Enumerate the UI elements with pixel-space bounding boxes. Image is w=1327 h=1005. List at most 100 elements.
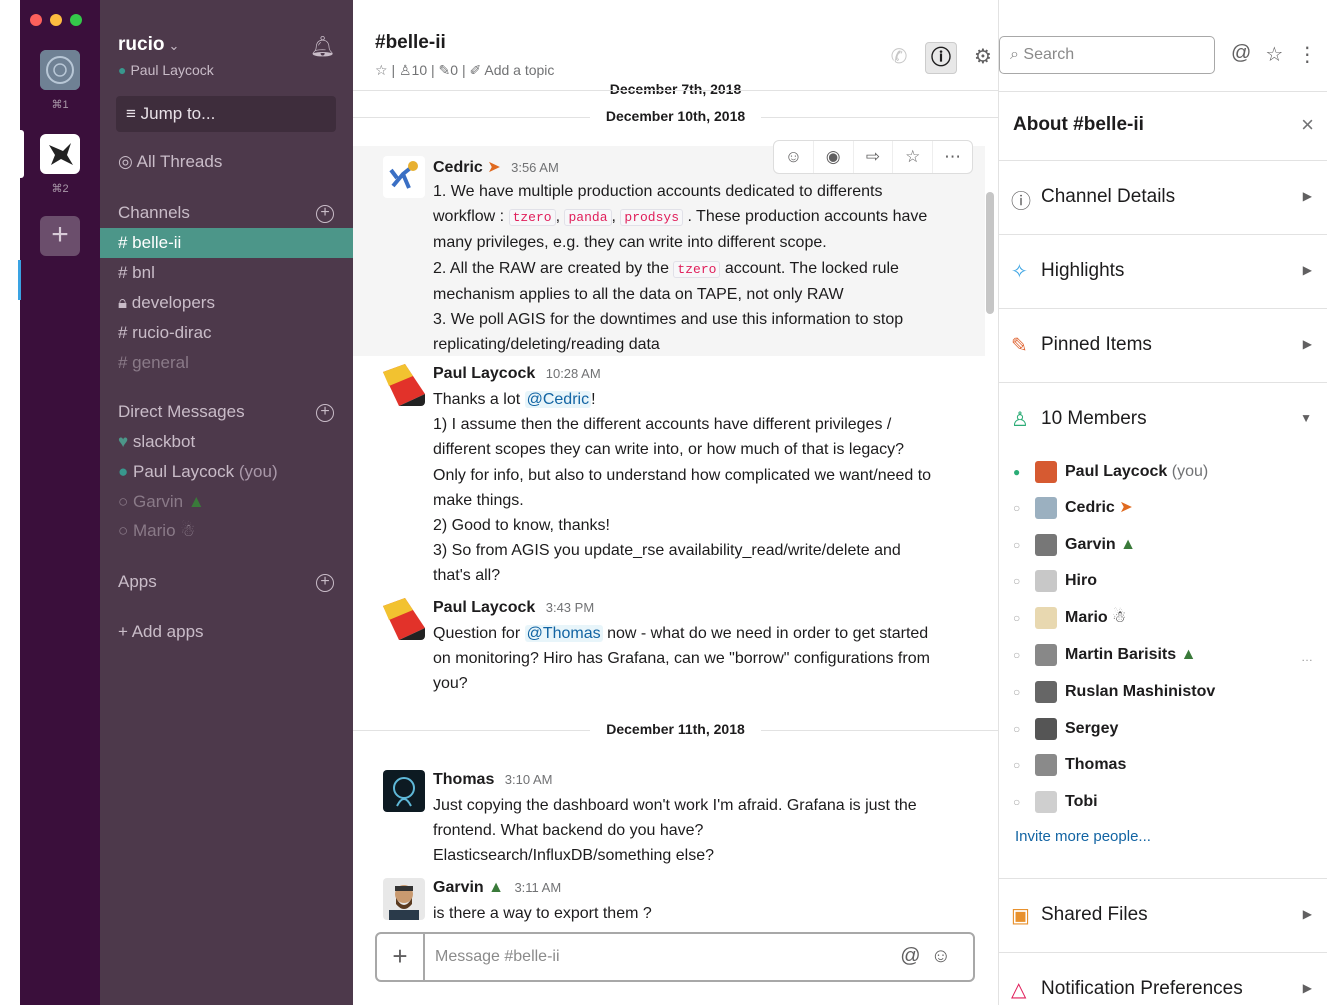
members-count[interactable]: 10 xyxy=(412,62,428,78)
message-author[interactable]: Paul Laycock 10:28 AM xyxy=(433,365,601,383)
pin-icon: ✎ xyxy=(1011,335,1028,357)
message[interactable]: Thomas 3:10 AM Just copying the dashboar… xyxy=(353,766,985,876)
chevron-down-icon[interactable]: ▼ xyxy=(1300,411,1312,425)
emoji-icon[interactable]: ☺ xyxy=(931,945,961,967)
message-author[interactable]: Thomas 3:10 AM xyxy=(433,771,553,789)
workspace-name-button[interactable]: rucio ⌄ xyxy=(118,34,179,56)
section-channel-details[interactable]: ⓘ Channel Details ▶ xyxy=(999,161,1327,235)
message[interactable]: Garvin ▲ 3:11 AM is there a way to expor… xyxy=(353,874,985,928)
avatar[interactable] xyxy=(383,156,425,198)
timestamp[interactable]: 3:56 AM xyxy=(511,160,559,175)
sidebar-item-slackbot[interactable]: ♥ slackbot xyxy=(100,427,353,457)
add-channel-button[interactable]: + xyxy=(316,205,334,223)
avatar[interactable] xyxy=(383,364,425,406)
add-app-button[interactable]: + xyxy=(316,574,334,592)
avatar[interactable] xyxy=(383,878,425,920)
avatar[interactable] xyxy=(383,598,425,640)
member-item[interactable]: ○ Ruslan Mashinistov xyxy=(1013,681,1215,711)
minimize-window-button[interactable] xyxy=(50,14,62,26)
status-away-icon: ○ xyxy=(1013,501,1021,516)
member-item[interactable]: ● Paul Laycock (you) xyxy=(1013,461,1208,491)
member-item[interactable]: ○ Mario ☃ xyxy=(1013,607,1126,637)
avatar[interactable] xyxy=(383,770,425,812)
sidebar-item-paul-laycock[interactable]: ● Paul Laycock (you) xyxy=(100,457,353,487)
bell-icon[interactable]: 🔔︎ xyxy=(310,34,335,59)
message-line: Question for @Thomas now - what do we ne… xyxy=(433,621,978,646)
member-item[interactable]: ○ Martin Barisits ▲ xyxy=(1013,644,1196,674)
member-item[interactable]: ○ Sergey xyxy=(1013,718,1118,748)
mentions-icon[interactable]: @ xyxy=(1231,42,1251,67)
start-thread-icon[interactable]: ◉ xyxy=(814,141,854,173)
add-workspace-button[interactable]: + xyxy=(40,216,80,256)
user-mention[interactable]: @Cedric xyxy=(524,391,592,408)
channel-title[interactable]: #belle-ii xyxy=(375,32,446,54)
sidebar-item-rucio-dirac[interactable]: # rucio-dirac xyxy=(100,318,353,348)
message-composer[interactable]: + Message #belle-ii @☺ xyxy=(375,932,975,982)
search-input[interactable]: ⌕ Search xyxy=(999,36,1215,74)
all-threads-button[interactable]: ◎ All Threads xyxy=(118,152,222,172)
direct-messages-header[interactable]: Direct Messages xyxy=(118,402,245,422)
sidebar-item-general[interactable]: # general xyxy=(100,348,353,378)
message-input[interactable]: Message #belle-ii xyxy=(435,948,560,966)
info-icon[interactable]: ⓘ xyxy=(925,42,957,74)
message[interactable]: Paul Laycock 3:43 PM Question for @Thoma… xyxy=(353,594,985,704)
add-apps-link[interactable]: + Add apps xyxy=(118,622,204,642)
timestamp[interactable]: 3:43 PM xyxy=(546,600,594,615)
timestamp[interactable]: 10:28 AM xyxy=(546,366,601,381)
member-item[interactable]: ○ Hiro xyxy=(1013,570,1097,600)
close-icon[interactable]: × xyxy=(1301,112,1314,138)
star-icon[interactable]: ☆ xyxy=(893,141,934,173)
star-icon[interactable]: ☆ xyxy=(375,62,388,78)
section-notification-preferences[interactable]: △ Notification Preferences ▶ xyxy=(999,953,1327,1005)
invite-more-link[interactable]: Invite more people... xyxy=(1015,828,1151,845)
add-topic-link[interactable]: Add a topic xyxy=(484,62,554,78)
more-actions-icon[interactable]: ⋯ xyxy=(933,141,972,173)
add-dm-button[interactable]: + xyxy=(316,404,334,422)
jump-to-button[interactable]: ≡ Jump to... xyxy=(116,96,336,132)
section-label[interactable]: 10 Members xyxy=(1041,408,1147,430)
day-divider: December 11th, 2018 xyxy=(353,721,998,737)
message-author[interactable]: Paul Laycock 3:43 PM xyxy=(433,599,594,617)
message[interactable]: Paul Laycock 10:28 AM Thanks a lot @Cedr… xyxy=(353,360,985,590)
close-window-button[interactable] xyxy=(30,14,42,26)
tree-emoji-icon: ▲ xyxy=(1180,646,1197,664)
sidebar-item-developers[interactable]: 🔒︎ developers xyxy=(100,288,353,318)
message-author[interactable]: Cedric ➤ 3:56 AM xyxy=(433,157,559,177)
channels-header[interactable]: Channels xyxy=(118,203,190,223)
sidebar-item-garvin[interactable]: ○ Garvin ▲ xyxy=(100,487,353,517)
section-pinned-items[interactable]: ✎ Pinned Items ▶ xyxy=(999,309,1327,383)
member-more-icon[interactable]: … xyxy=(1301,650,1313,664)
message-body: Thanks a lot @Cedric! 1) I assume then t… xyxy=(433,387,978,589)
workspace-rucio-icon[interactable] xyxy=(40,134,80,174)
share-icon[interactable]: ⇨ xyxy=(854,141,894,173)
gear-icon[interactable]: ⚙ xyxy=(967,42,999,74)
section-highlights[interactable]: ✧ Highlights ▶ xyxy=(999,235,1327,309)
sidebar-item-bnl[interactable]: # bnl xyxy=(100,258,353,288)
member-item[interactable]: ○ Garvin ▲ xyxy=(1013,534,1136,564)
sidebar-item-mario[interactable]: ○ Mario ☃ xyxy=(100,516,353,546)
user-mention[interactable]: @Thomas xyxy=(524,625,603,642)
workspace-cern-icon[interactable] xyxy=(40,50,80,90)
tree-emoji-icon: ▲ xyxy=(488,879,504,896)
phone-icon[interactable]: ✆ xyxy=(883,42,915,74)
member-item[interactable]: ○ Tobi xyxy=(1013,791,1098,821)
pins-count[interactable]: 0 xyxy=(450,62,458,78)
more-menu-icon[interactable]: ⋮ xyxy=(1297,42,1317,67)
starred-items-icon[interactable]: ☆ xyxy=(1265,42,1283,67)
add-reaction-icon[interactable]: ☺ xyxy=(774,141,814,173)
timestamp[interactable]: 3:10 AM xyxy=(505,772,553,787)
zoom-window-button[interactable] xyxy=(70,14,82,26)
text: 2. All the RAW are created by the xyxy=(433,259,674,277)
member-item[interactable]: ○ Thomas xyxy=(1013,754,1126,784)
apps-header[interactable]: Apps xyxy=(118,572,157,592)
at-mention-icon[interactable]: @ xyxy=(900,945,930,967)
scrollbar-thumb[interactable] xyxy=(986,192,994,314)
attach-plus-button[interactable]: + xyxy=(377,934,425,980)
channel-header-actions: ✆ ⓘ ⚙ xyxy=(883,42,999,74)
member-item[interactable]: ○ Cedric ➤ xyxy=(1013,497,1133,527)
section-shared-files[interactable]: ▣ Shared Files ▶ xyxy=(999,879,1327,953)
sidebar-item-belle-ii[interactable]: # belle-ii xyxy=(100,228,353,258)
message[interactable]: Cedric ➤ 3:56 AM 1. We have multiple pro… xyxy=(353,146,985,356)
timestamp[interactable]: 3:11 AM xyxy=(514,880,561,895)
message-author[interactable]: Garvin ▲ 3:11 AM xyxy=(433,879,561,897)
